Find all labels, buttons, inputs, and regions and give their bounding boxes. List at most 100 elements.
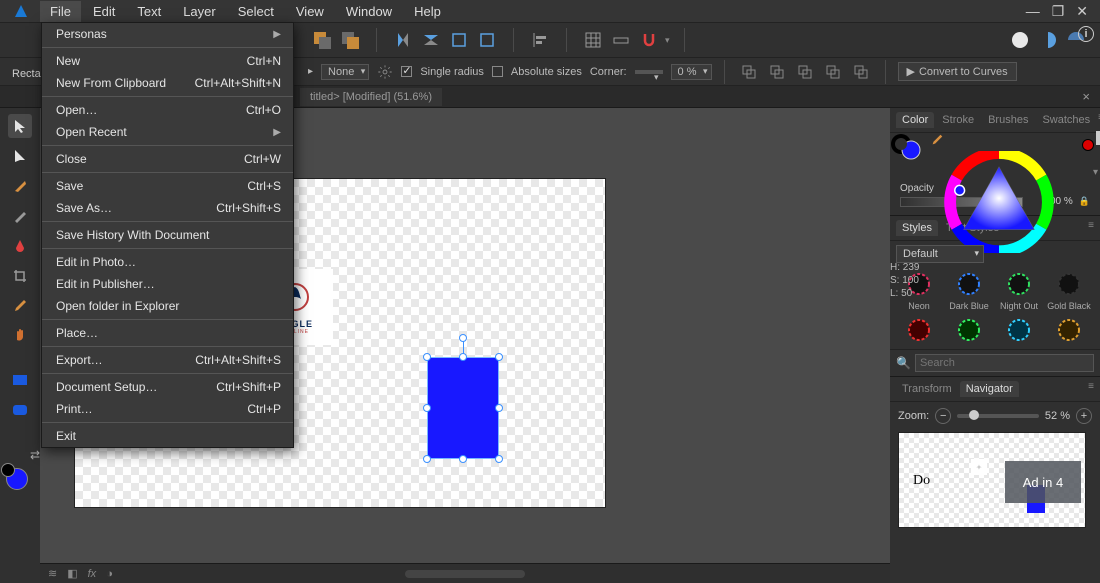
resize-handle-tr[interactable] — [495, 353, 503, 361]
resize-handle-br[interactable] — [495, 455, 503, 463]
pencil-tool-icon[interactable] — [8, 204, 32, 228]
file-save[interactable]: SaveCtrl+S — [42, 175, 293, 197]
tab-brushes[interactable]: Brushes — [982, 112, 1034, 128]
swap-colors-icon[interactable]: ⇄ — [30, 448, 40, 462]
geom-divide-icon[interactable] — [849, 60, 873, 84]
gear-icon[interactable] — [377, 64, 393, 80]
file-exit[interactable]: Exit — [42, 425, 293, 447]
info-icon[interactable]: i — [1078, 26, 1094, 42]
menu-help[interactable]: Help — [404, 1, 451, 22]
tab-close-icon[interactable]: × — [1082, 89, 1100, 104]
tab-styles[interactable]: Styles — [896, 220, 938, 236]
tool-color-swatches[interactable]: ⇄ — [6, 468, 28, 490]
sample-color-icon[interactable] — [1082, 139, 1094, 151]
file-save-as[interactable]: Save As…Ctrl+Shift+S — [42, 197, 293, 219]
style-extra-2[interactable] — [946, 315, 992, 345]
resize-handle-mb[interactable] — [459, 455, 467, 463]
resize-handle-tl[interactable] — [423, 353, 431, 361]
corner-value[interactable]: 0 % — [671, 64, 712, 80]
move-tool-icon[interactable] — [8, 114, 32, 138]
file-personas[interactable]: Personas▶ — [42, 23, 293, 45]
resize-handle-mt[interactable] — [459, 353, 467, 361]
style-dark-blue[interactable]: Dark Blue — [946, 269, 992, 311]
layers-icon[interactable]: ≋ — [48, 567, 57, 580]
eyedropper-icon[interactable] — [930, 133, 944, 147]
geom-intersect-icon[interactable] — [793, 60, 817, 84]
selected-rectangle-shape[interactable] — [427, 357, 499, 459]
toolbar-rotate-cw-icon[interactable] — [475, 28, 499, 52]
toolbar-ruler-icon[interactable] — [609, 28, 633, 52]
minimize-icon[interactable]: — — [1026, 3, 1040, 20]
stroke-color-swatch[interactable] — [1, 463, 15, 477]
menu-view[interactable]: View — [286, 1, 334, 22]
file-new[interactable]: NewCtrl+N — [42, 50, 293, 72]
zoom-out-button[interactable]: − — [935, 408, 951, 424]
style-night-out[interactable]: Night Out — [996, 269, 1042, 311]
tab-color[interactable]: Color — [896, 112, 934, 128]
style-extra-1[interactable] — [896, 315, 942, 345]
tab-transform[interactable]: Transform — [896, 381, 958, 397]
file-open-folder[interactable]: Open folder in Explorer — [42, 295, 293, 317]
fill-tool-icon[interactable] — [8, 234, 32, 258]
menu-window[interactable]: Window — [336, 1, 402, 22]
styles-category-dropdown[interactable]: Default — [896, 245, 984, 263]
crop-tool-icon[interactable] — [8, 264, 32, 288]
toolbar-grid-icon[interactable] — [581, 28, 605, 52]
absolute-sizes-checkbox[interactable] — [492, 66, 503, 77]
tab-navigator[interactable]: Navigator — [960, 381, 1019, 397]
rectangle-tool-icon[interactable] — [8, 368, 32, 392]
menu-select[interactable]: Select — [228, 1, 284, 22]
color-wheel[interactable] — [940, 151, 1058, 255]
restore-icon[interactable]: ❐ — [1052, 3, 1065, 20]
fx-icon[interactable]: fx — [88, 568, 97, 580]
color-mode-dropdown-icon[interactable]: ▾ — [1093, 167, 1098, 178]
corner-type-dropdown[interactable] — [635, 70, 663, 74]
style-gold-black[interactable]: Gold Black — [1046, 269, 1092, 311]
fill-color-swatch[interactable] — [6, 468, 28, 490]
menu-text[interactable]: Text — [127, 1, 171, 22]
zoom-value[interactable]: 52 % — [1045, 410, 1070, 422]
file-export[interactable]: Export…Ctrl+Alt+Shift+S — [42, 349, 293, 371]
toolbar-order-back-icon[interactable] — [310, 28, 334, 52]
geom-add-icon[interactable] — [737, 60, 761, 84]
file-new-clipboard[interactable]: New From ClipboardCtrl+Alt+Shift+N — [42, 72, 293, 94]
toolbar-align-left-icon[interactable] — [528, 28, 552, 52]
snapshot-icon[interactable]: ◧ — [67, 567, 77, 580]
styles-search-input[interactable] — [915, 354, 1094, 372]
file-edit-photo[interactable]: Edit in Photo… — [42, 251, 293, 273]
horizontal-scrollbar[interactable] — [405, 570, 525, 578]
zoom-in-button[interactable]: + — [1076, 408, 1092, 424]
toolbar-rotate-ccw-icon[interactable] — [447, 28, 471, 52]
panel-menu-icon[interactable]: ≡ — [1088, 381, 1094, 397]
toolbar-shape2-icon[interactable] — [1036, 28, 1060, 52]
file-document-setup[interactable]: Document Setup…Ctrl+Shift+P — [42, 376, 293, 398]
panel-menu-icon[interactable]: ≡ — [1088, 220, 1094, 236]
toolbar-flip-v-icon[interactable] — [419, 28, 443, 52]
geom-sub-icon[interactable] — [765, 60, 789, 84]
toolbar-order-front-icon[interactable] — [338, 28, 362, 52]
close-icon[interactable]: ✕ — [1076, 3, 1088, 20]
eyedropper-tool-icon[interactable] — [8, 294, 32, 318]
file-open[interactable]: Open…Ctrl+O — [42, 99, 293, 121]
fill-stroke-selector[interactable] — [890, 133, 924, 164]
file-edit-publisher[interactable]: Edit in Publisher… — [42, 273, 293, 295]
convert-to-curves-button[interactable]: ▶Convert to Curves — [898, 62, 1017, 81]
zoom-slider[interactable] — [957, 414, 1039, 418]
menu-edit[interactable]: Edit — [83, 1, 125, 22]
toolbar-flip-h-icon[interactable] — [391, 28, 415, 52]
file-save-history[interactable]: Save History With Document — [42, 224, 293, 246]
node-tool-icon[interactable] — [8, 144, 32, 168]
resize-handle-bl[interactable] — [423, 455, 431, 463]
file-print[interactable]: Print…Ctrl+P — [42, 398, 293, 420]
fill-dropdown[interactable]: None — [321, 64, 369, 80]
ellipse-tool-icon[interactable] — [8, 398, 32, 422]
toolbar-shape1-icon[interactable] — [1008, 28, 1032, 52]
document-tab[interactable]: titled> [Modified] (51.6%) — [300, 88, 442, 106]
tab-swatches[interactable]: Swatches — [1036, 112, 1096, 128]
file-close[interactable]: CloseCtrl+W — [42, 148, 293, 170]
resize-handle-ml[interactable] — [423, 404, 431, 412]
rotate-handle[interactable] — [459, 334, 467, 342]
resize-handle-mr[interactable] — [495, 404, 503, 412]
style-extra-4[interactable] — [1046, 315, 1092, 345]
file-place[interactable]: Place… — [42, 322, 293, 344]
